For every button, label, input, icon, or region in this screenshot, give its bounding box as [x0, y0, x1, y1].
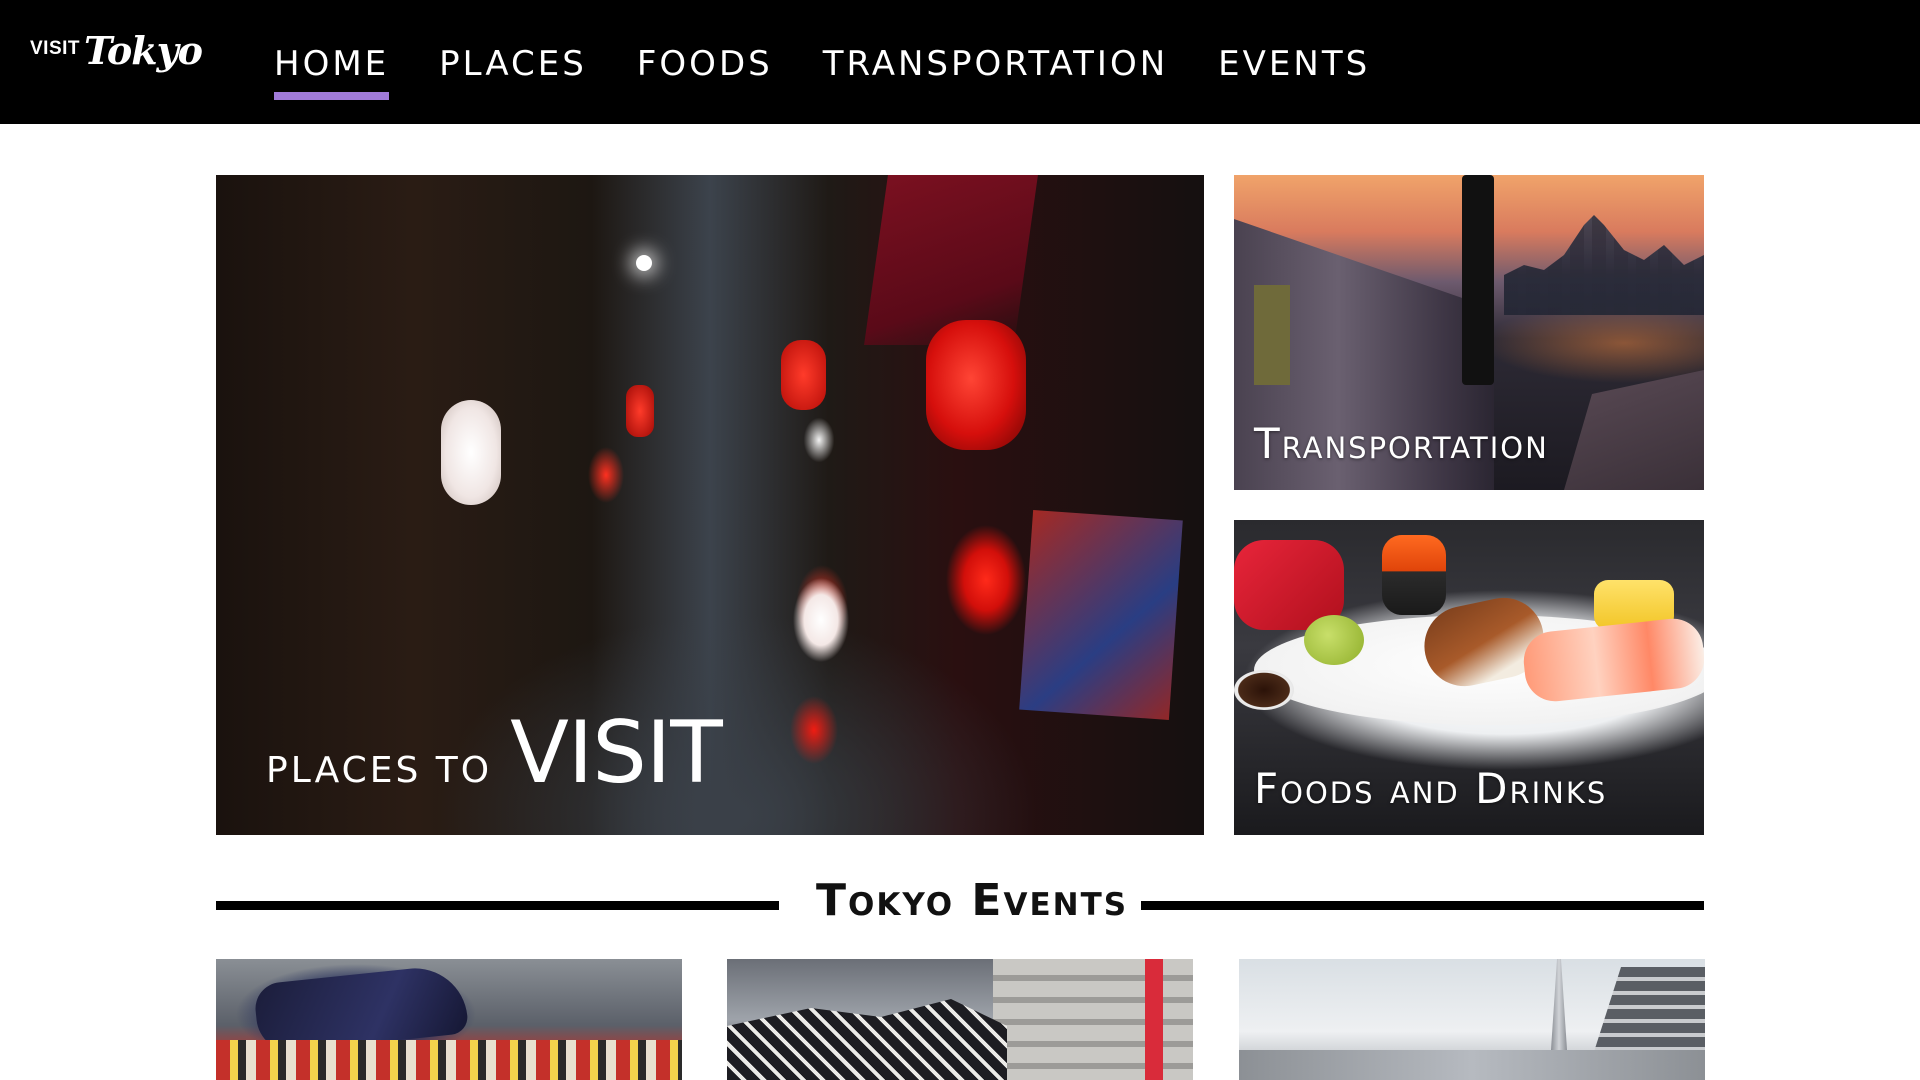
- nav-places-link[interactable]: PLACES: [439, 42, 587, 86]
- tokyo-events-title: Tokyo Events: [816, 875, 1129, 926]
- event-card-skytree[interactable]: [1239, 959, 1705, 1080]
- logo-tokyo-text: Tokyo: [84, 28, 203, 73]
- nav-transportation-link[interactable]: TRANSPORTATION: [823, 42, 1168, 86]
- logo-visit-text: VISIT: [30, 38, 81, 59]
- nav-home-link[interactable]: HOME: [274, 42, 390, 100]
- events-section-heading: Tokyo Events: [216, 875, 1704, 935]
- divider-line: [1141, 901, 1704, 910]
- nav-foods-link[interactable]: FOODS: [637, 42, 773, 86]
- event-card-street-dance[interactable]: [727, 959, 1193, 1080]
- nav-events-link[interactable]: EVENTS: [1218, 42, 1370, 86]
- places-to-label: PLACES TO: [266, 750, 493, 791]
- visit-label: VISIT: [510, 703, 723, 803]
- visit-tokyo-logo[interactable]: VISIT Tokyo: [30, 28, 203, 98]
- top-navigation-bar: VISIT Tokyo HOME PLACES FOODS TRANSPORTA…: [0, 0, 1920, 124]
- traffic-signal-image: [1462, 175, 1494, 385]
- foods-and-drinks-label: Foods and Drinks: [1254, 764, 1608, 813]
- divider-line: [216, 901, 779, 910]
- paper-lantern-image: [441, 400, 501, 505]
- event-card-festival-parade[interactable]: [216, 959, 682, 1080]
- main-nav: HOME PLACES FOODS TRANSPORTATION EVENTS: [274, 42, 1420, 102]
- transportation-label: Transportation: [1254, 419, 1549, 468]
- foods-and-drinks-tile[interactable]: Foods and Drinks: [1234, 520, 1704, 835]
- red-lantern-image: [926, 320, 1026, 450]
- transportation-tile[interactable]: Transportation: [1234, 175, 1704, 490]
- places-to-visit-caption: PLACES TO VISIT: [266, 703, 723, 803]
- places-to-visit-tile[interactable]: PLACES TO VISIT: [216, 175, 1204, 835]
